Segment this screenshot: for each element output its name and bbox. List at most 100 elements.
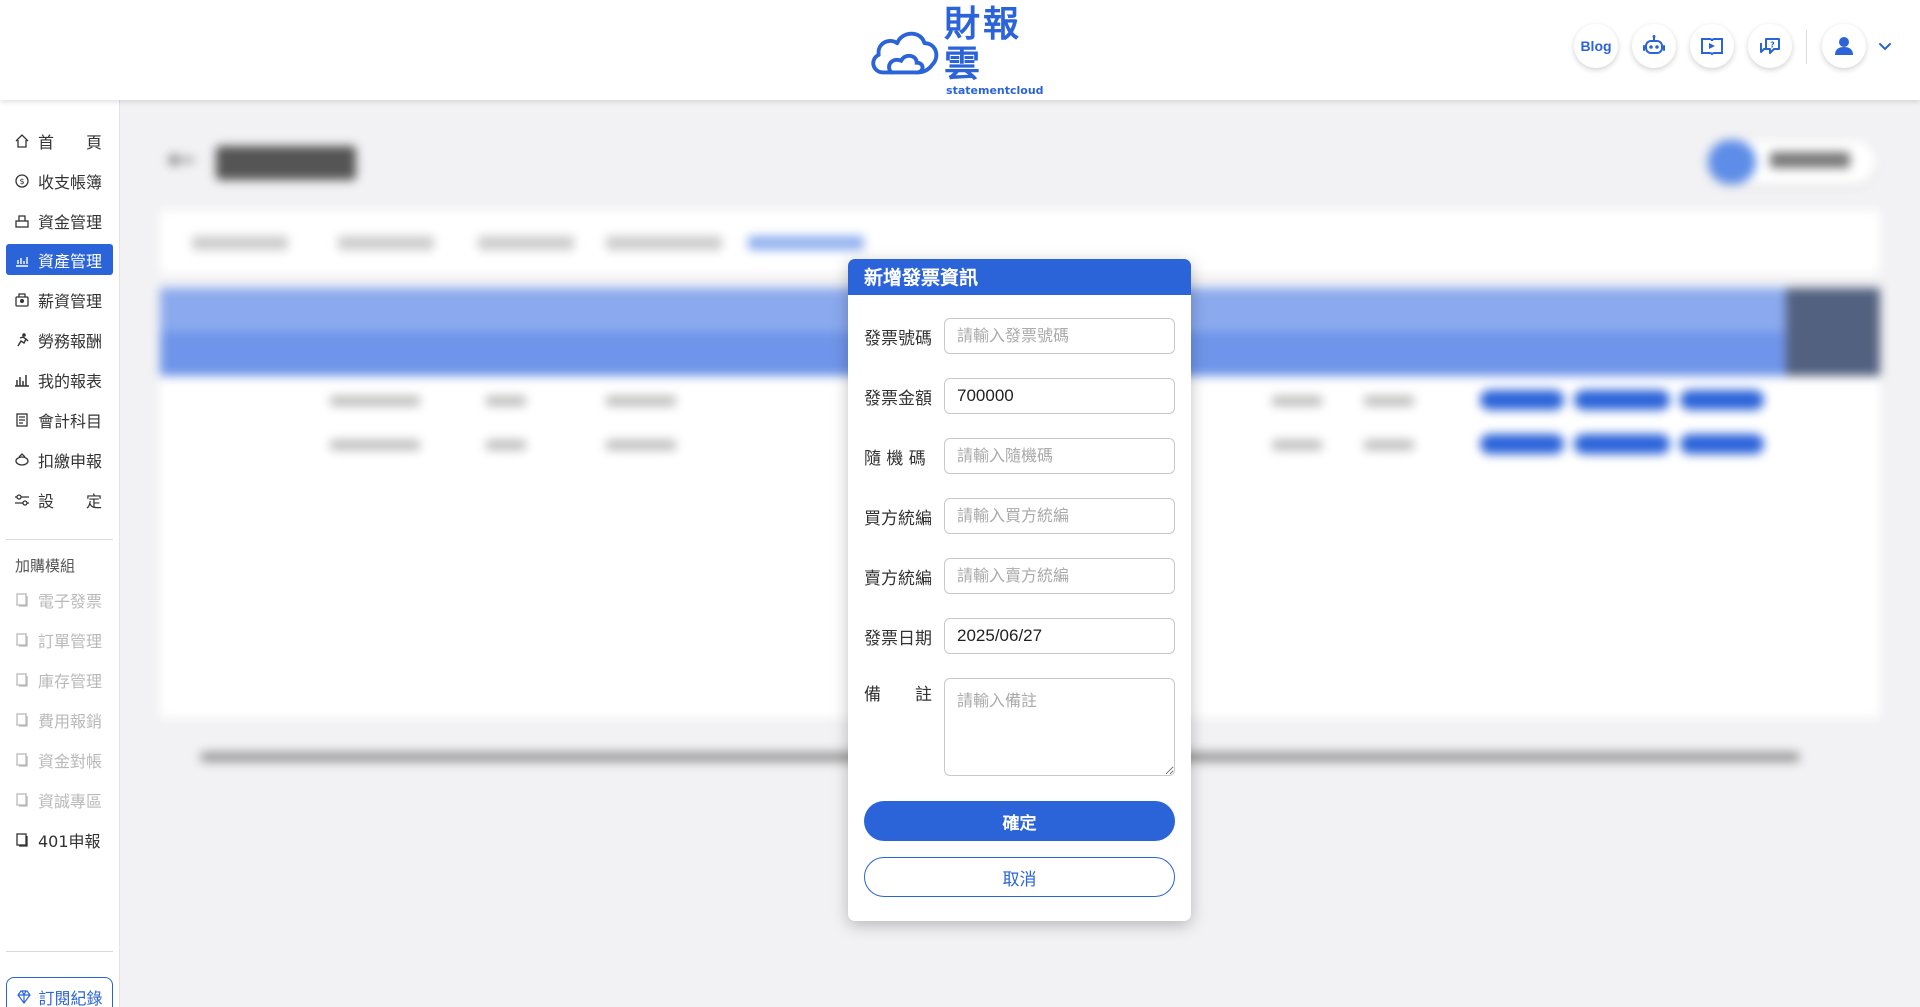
confirm-button[interactable]: 確定 [864,801,1175,841]
sidebar-item-401-filing[interactable]: 401申報 [6,824,113,855]
home-icon [15,133,29,148]
sidebar-item-pwc-zone: 資誠專區 [6,784,113,815]
settings-icon [15,493,29,506]
header-divider [1806,30,1807,64]
fund-icon [15,214,29,228]
seller-tax-id-row: 賣方統編 [864,558,1175,594]
random-code-label: 隨 機 碼 [864,448,926,469]
invoice-amount-input[interactable] [944,378,1175,414]
sidebar-item-settings[interactable]: 設 定 [6,484,113,515]
sidebar-item-label: 庫存管理 [38,671,103,691]
invoice-number-input[interactable] [944,318,1175,354]
sidebar-item-label: 訂單管理 [38,631,103,651]
video-book-icon [1701,38,1723,56]
sidebar-item-label: 收支帳簿 [38,172,103,192]
sidebar-divider [6,539,113,540]
sidebar-item-label: 費用報銷 [38,711,103,731]
asset-icon [16,256,28,267]
sidebar-item-reconciliation: 資金對帳 [6,744,113,775]
sidebar-item-label: 首 頁 [38,132,103,152]
invoice-amount-row: 發票金額 [864,378,1175,414]
sidebar-item-label: 電子發票 [38,591,103,611]
coin-icon: $ [15,173,29,188]
module-icon [16,632,28,647]
chevron-down-icon[interactable] [1878,40,1892,54]
seller-tax-id-input[interactable] [944,558,1175,594]
sidebar-divider [6,951,113,952]
robot-icon [1643,35,1665,54]
subscription-history-button[interactable]: 訂閱紀錄 [6,977,113,1007]
invoice-date-label: 發票日期 [864,628,932,649]
buyer-tax-id-label: 買方統編 [864,508,932,529]
seller-tax-id-label: 賣方統編 [864,568,932,589]
sidebar-item-label: 資產管理 [38,251,103,271]
module-icon [16,712,28,727]
subscription-label: 訂閱紀錄 [38,989,103,1007]
invoice-number-label: 發票號碼 [864,328,932,349]
svg-text:$: $ [19,177,24,186]
blurred-add-button [1708,140,1876,184]
tutorial-video-button[interactable] [1690,24,1734,68]
user-avatar-icon [1835,37,1853,55]
sidebar-item-label: 勞務報酬 [38,331,103,351]
sidebar-item-salary[interactable]: 薪資管理 [6,284,113,315]
module-icon [16,752,28,767]
module-icon [16,832,28,847]
invoice-date-input[interactable] [944,618,1175,654]
sidebar-item-label: 我的報表 [38,371,103,391]
module-icon [16,592,28,607]
sidebar-item-reports[interactable]: 我的報表 [6,364,113,395]
sidebar-item-label: 薪資管理 [38,291,103,311]
brand-logo[interactable]: 財報雲 statementcloud [868,5,1058,97]
cancel-button[interactable]: 取消 [864,857,1175,897]
back-arrow-icon [167,152,194,168]
blurred-page-title [216,146,356,180]
blog-button[interactable]: Blog [1574,24,1618,68]
random-code-input[interactable] [944,438,1175,474]
diamond-icon [17,990,32,1004]
add-invoice-modal: 新增發票資訊 發票號碼 發票金額 隨 機 碼 買方統編 賣方統編 發票日期 備 … [848,259,1191,921]
robot-assistant-button[interactable] [1632,24,1676,68]
sidebar-item-asset[interactable]: 資產管理 [6,244,113,275]
labor-icon [17,332,29,346]
svg-text:?: ? [1770,41,1775,50]
sidebar-item-accounts[interactable]: 會計科目 [6,404,113,435]
invoice-amount-label: 發票金額 [864,388,932,409]
help-button[interactable]: ? [1748,24,1792,68]
invoice-date-row: 發票日期 [864,618,1175,654]
sidebar-item-ledger-book[interactable]: $ 收支帳簿 [6,165,113,196]
sidebar-item-fund[interactable]: 資金管理 [6,205,113,236]
sidebar-item-label: 資金管理 [38,212,103,232]
cloud-logo-icon [871,31,939,75]
ledger-icon [16,412,28,427]
sidebar-item-label: 資金對帳 [38,751,103,771]
sidebar-item-home[interactable]: 首 頁 [6,125,113,156]
brand-name-en: statementcloud [946,84,1044,97]
sidebar: 首 頁 $ 收支帳簿 資金管理 資產管理 薪資管理 勞務報酬 我的報表 會計科目… [0,100,120,1007]
sidebar-item-e-invoice: 電子發票 [6,584,113,615]
sidebar-item-withholding[interactable]: 扣繳申報 [6,444,113,475]
note-row: 備 註 [864,678,1175,776]
modal-title: 新增發票資訊 [848,259,1191,295]
sidebar-item-labor[interactable]: 勞務報酬 [6,324,113,355]
sidebar-item-orders: 訂單管理 [6,624,113,655]
sidebar-item-label: 扣繳申報 [38,451,103,471]
sidebar-item-label: 設 定 [38,491,103,511]
withholding-icon [15,452,29,466]
brand-name-cn: 財報雲 [944,4,1023,85]
buyer-tax-id-input[interactable] [944,498,1175,534]
top-header: 財報雲 statementcloud Blog ? [0,0,1920,100]
report-icon [15,374,29,387]
invoice-number-row: 發票號碼 [864,318,1175,354]
user-menu-button[interactable] [1822,24,1866,68]
module-icon [16,792,28,807]
salary-icon [15,292,29,307]
sidebar-item-label: 會計科目 [38,411,103,431]
addon-caption: 加購模組 [15,557,76,575]
sidebar-item-inventory: 庫存管理 [6,664,113,695]
note-textarea[interactable] [944,678,1175,776]
module-icon [16,672,28,687]
note-label: 備 註 [864,685,932,705]
buyer-tax-id-row: 買方統編 [864,498,1175,534]
sidebar-item-label: 401申報 [38,831,101,851]
